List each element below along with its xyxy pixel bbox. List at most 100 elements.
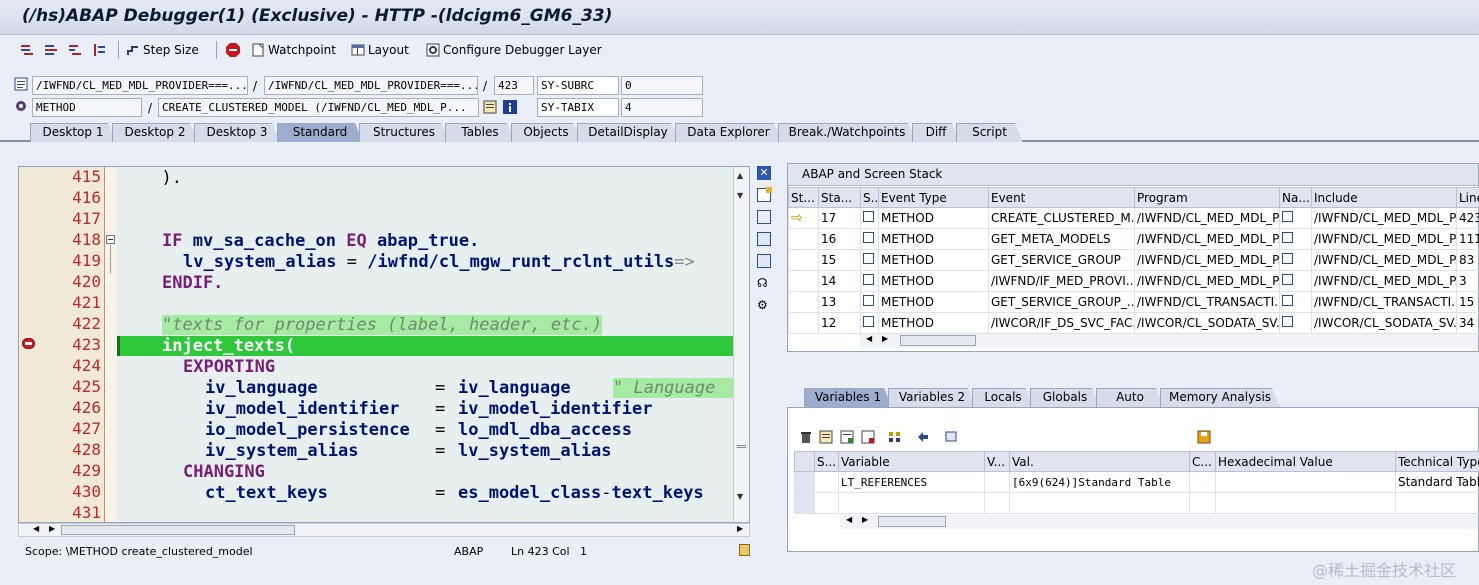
info-icon[interactable] [503,100,517,114]
change-value-icon[interactable] [840,430,854,444]
export-icon[interactable] [861,430,875,444]
save-icon[interactable] [1197,430,1211,444]
close-tool-icon[interactable]: ✕ [757,166,771,180]
tab-data-explorer[interactable]: Data Explorer [675,123,782,142]
scroll-right-icon[interactable]: ▶ [737,524,743,533]
source-icon[interactable] [863,274,874,285]
navigate-icon[interactable] [1282,295,1293,306]
maximize-icon[interactable] [757,232,771,246]
column-header[interactable]: Program [1134,187,1280,208]
table-row[interactable]: 13 METHOD GET_SERVICE_GROUP_... /IWFND/C… [788,291,1479,313]
scroll-right-icon[interactable]: ▶ [49,524,55,533]
scroll-left-icon[interactable]: ◀ [846,515,852,524]
scroll-left-icon[interactable]: ◀ [33,524,39,533]
column-header[interactable]: Hexadecimal Value [1215,451,1396,472]
tab-variables-1[interactable]: Variables 1 [804,388,892,407]
tab-memory-analysis[interactable]: Memory Analysis [1160,388,1280,407]
variable-name-cell[interactable] [838,492,985,514]
program-field[interactable]: /IWFND/CL_MED_MDL_PROVIDER===... [32,76,248,95]
column-header[interactable]: Line [1456,187,1479,208]
scroll-thumb[interactable] [900,335,976,346]
table-row[interactable]: 15 METHOD GET_SERVICE_GROUP /IWFND/CL_ME… [788,249,1479,271]
scroll-down-icon[interactable]: ▼ [737,492,743,501]
stop-button[interactable] [226,41,243,59]
event-field[interactable]: CREATE_CLUSTERED_MODEL (/IWFND/CL_MED_MD… [158,98,479,117]
sy-subrc-label[interactable]: SY-SUBRC [537,76,619,95]
column-header[interactable]: Sta... [818,187,861,208]
tab-desktop-1[interactable]: Desktop 1 [30,123,116,142]
tab-tables[interactable]: Tables [445,123,515,142]
tab-objects[interactable]: Objects [511,123,581,142]
tab-diff[interactable]: Diff [912,123,960,142]
table-row[interactable]: 14 METHOD /IWFND/IF_MED_PROVI... /IWFND/… [788,270,1479,292]
scroll-down-icon[interactable]: ▼ [737,191,743,200]
source-icon[interactable] [863,232,874,243]
layout-settings-icon[interactable] [945,430,959,444]
tab-desktop-3[interactable]: Desktop 3 [194,123,280,142]
layout-button[interactable]: Layout [351,41,409,59]
collapse-icon[interactable] [106,235,115,244]
continue-button[interactable] [92,41,109,59]
row-selector[interactable] [794,471,815,493]
step-size-button[interactable]: Step Size [126,41,199,59]
tab-standard[interactable]: Standard [277,123,363,142]
column-header[interactable]: Val. [1009,451,1190,472]
table-row[interactable]: ⇨ 17 METHOD CREATE_CLUSTERED_M... /IWFND… [788,207,1479,229]
watchpoint-button[interactable]: Watchpoint [251,41,336,59]
source-icon[interactable] [863,316,874,327]
column-header[interactable]: St... [788,187,819,208]
table-row[interactable] [794,492,1479,514]
tab-break-watchpoints[interactable]: Break./Watchpoints [778,123,916,142]
column-header[interactable]: S... [814,451,839,472]
variable-name-cell[interactable]: LT_REFERENCES [838,471,985,493]
scroll-thumb[interactable] [878,516,946,527]
column-header[interactable]: Technical Type [1395,451,1479,472]
source-icon[interactable] [863,295,874,306]
delete-icon[interactable] [799,430,813,444]
line-field[interactable]: 423 [494,76,534,95]
table-row[interactable]: 12 METHOD /IWCOR/IF_DS_SVC_FAC... /IWCOR… [788,312,1479,334]
code-vertical-scrollbar[interactable]: ▲ ▼ ▼ [733,167,749,522]
replace-tool-icon[interactable] [757,210,771,224]
tool-settings-icon[interactable]: ⚙ [757,298,771,312]
column-header[interactable]: Variable [838,451,985,472]
swap-tool-icon[interactable] [757,254,771,268]
refresh-icon[interactable] [916,430,930,444]
step-into-button[interactable] [20,41,37,59]
variable-detail-icon[interactable] [819,430,833,444]
scroll-left-icon[interactable]: ◀ [866,334,872,343]
source-icon[interactable] [863,211,874,222]
services-icon[interactable]: ☊ [757,276,771,290]
navigate-icon[interactable] [1282,274,1293,285]
source-code-editor[interactable]: 415 416 417 418 419 420 421 422 423 424 … [18,166,750,523]
tab-desktop-2[interactable]: Desktop 2 [112,123,198,142]
navigate-icon[interactable] [1282,232,1293,243]
row-selector[interactable] [794,492,815,514]
source-icon[interactable] [863,253,874,264]
scroll-thumb[interactable] [61,525,295,535]
tab-structures[interactable]: Structures [359,123,449,142]
tab-auto[interactable]: Auto [1096,388,1164,407]
sy-tabix-label[interactable]: SY-TABIX [537,98,619,117]
table-row[interactable]: 16 METHOD GET_META_MODELS /IWFND/CL_MED_… [788,228,1479,250]
breakpoint-gutter[interactable] [19,167,37,522]
scroll-up-icon[interactable]: ▲ [737,171,743,180]
notes-icon[interactable] [739,544,750,556]
sy-subrc-value[interactable]: 0 [621,76,703,95]
column-header[interactable]: S... [860,187,879,208]
stack-horizontal-scrollbar[interactable]: ◀ ▶ [860,334,1478,348]
code-area[interactable]: ). IF mv_sa_cache_on EQ abap_true. lv_sy… [117,167,733,522]
tab-locals[interactable]: Locals [972,388,1034,407]
column-header[interactable]: Include [1311,187,1457,208]
tab-detail-display[interactable]: DetailDisplay [577,123,679,142]
column-header[interactable]: V... [984,451,1010,472]
variables-horizontal-scrollbar[interactable]: ◀ ▶ [840,515,1478,529]
column-header[interactable]: Na... [1279,187,1312,208]
variable-value-cell[interactable]: [6x9(624)]Standard Table [1009,471,1190,493]
tab-globals[interactable]: Globals [1030,388,1100,407]
sy-tabix-value[interactable]: 4 [621,98,703,117]
navigate-icon[interactable] [1282,253,1293,264]
table-row[interactable]: LT_REFERENCES [6x9(624)]Standard Table S… [794,471,1479,493]
column-header[interactable]: Event Type [878,187,989,208]
column-header[interactable]: Event [988,187,1135,208]
